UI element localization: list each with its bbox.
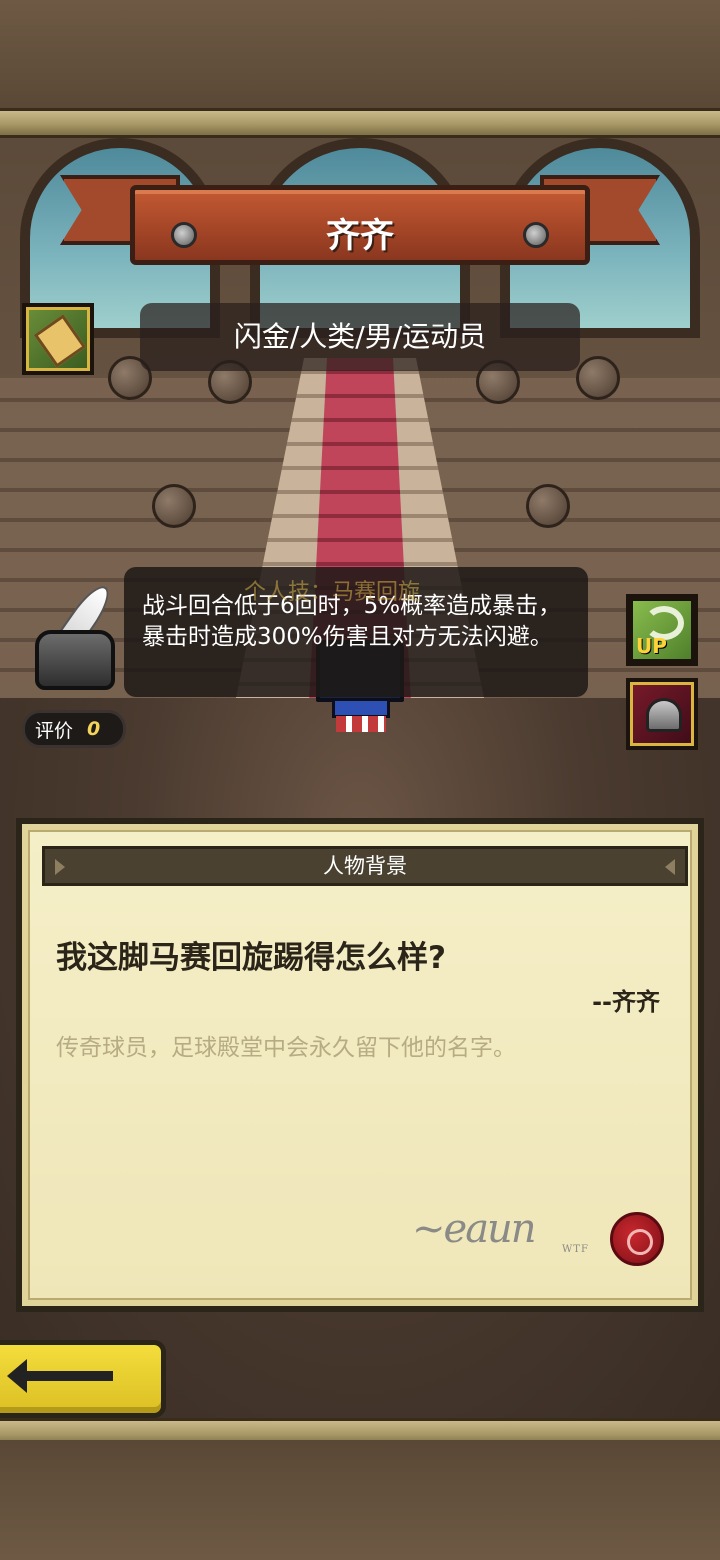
- triangle-left-icon: [55, 859, 65, 875]
- hero-quote: 我这脚马赛回旋踢得怎么样?: [56, 940, 446, 976]
- background-panel: 人物背景 我这脚马赛回旋踢得怎么样? --齐齐 传奇球员，足球殿堂中会永久留下他…: [16, 818, 704, 1312]
- quote-author: --齐齐: [592, 988, 660, 1016]
- name-banner: 齐齐: [60, 165, 660, 275]
- hero-description: 传奇球员，足球殿堂中会永久留下他的名字。: [56, 1035, 516, 1061]
- rating-badge[interactable]: 评价 0: [22, 710, 126, 748]
- helmet-icon: [646, 698, 682, 732]
- inkwell-icon[interactable]: [30, 579, 130, 700]
- skill-tooltip: 个人技：马赛回旋 战斗回合低于6回时，5%概率造成暴击，暴击时造成300%伤害且…: [124, 567, 588, 697]
- scroll-roll: [33, 314, 87, 368]
- triangle-right-icon: [665, 859, 675, 875]
- hero-legs: [336, 716, 386, 732]
- hero-tags: 闪金/人类/男/运动员: [140, 303, 580, 371]
- back-arrow-icon: [7, 1359, 113, 1393]
- tornado-skill-icon[interactable]: UP: [626, 594, 698, 666]
- pillar-ornament: [526, 484, 570, 528]
- top-rail: [0, 108, 720, 138]
- wax-seal-icon: [610, 1212, 664, 1266]
- pillar-ornament: [152, 484, 196, 528]
- hero-name: 齐齐: [326, 216, 394, 256]
- skill-title: 个人技：马赛回旋: [244, 580, 421, 605]
- rivet-icon: [523, 222, 549, 248]
- signature: ~eaun WTF: [412, 1206, 589, 1255]
- up-badge: UP: [636, 634, 667, 658]
- panel-title: 人物背景: [323, 854, 407, 878]
- back-button[interactable]: [0, 1340, 166, 1418]
- banner-ribbon: 齐齐: [130, 185, 590, 265]
- scroll-icon[interactable]: [22, 303, 94, 375]
- top-background: [0, 0, 720, 114]
- helmet-equipment-icon[interactable]: [626, 678, 698, 750]
- signature-mark: WTF: [562, 1244, 589, 1255]
- ink-pot: [35, 630, 115, 690]
- panel-header: 人物背景: [42, 846, 688, 886]
- rating-label: 评价: [35, 719, 74, 742]
- bottom-background: [0, 1440, 720, 1560]
- pillar-ornament: [576, 356, 620, 400]
- hero-shorts: [332, 698, 390, 718]
- rating-value: 0: [87, 718, 101, 740]
